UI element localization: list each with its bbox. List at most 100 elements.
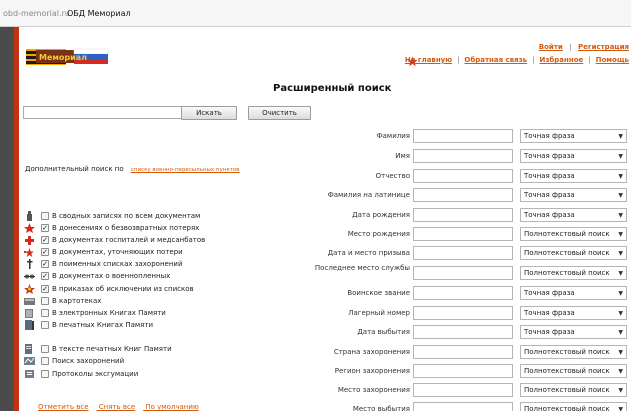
page-title: Расширенный поиск	[273, 83, 392, 94]
checkbox-label: В печатных Книгах Памяти	[52, 321, 153, 329]
checkbox[interactable]: ✓	[41, 236, 49, 244]
match-mode-select[interactable]: Точная фраза ▼	[520, 149, 627, 163]
match-mode-select[interactable]: Точная фраза ▼	[520, 188, 627, 202]
match-mode-select[interactable]: Точная фраза ▼	[520, 208, 627, 222]
match-mode-select[interactable]: Полнотекстовый поиск ▼	[520, 246, 627, 260]
field-input[interactable]	[413, 208, 513, 222]
match-mode-value: Полнотекстовый поиск	[524, 405, 610, 411]
clear-button[interactable]: Очистить	[248, 106, 311, 120]
match-mode-value: Точная фраза	[524, 328, 575, 336]
checkbox[interactable]: ✓	[41, 224, 49, 232]
field-input[interactable]	[413, 402, 513, 411]
selection-links: Отметить все Снять все По умолчанию	[38, 403, 207, 411]
field-input[interactable]	[413, 169, 513, 183]
checkbox-row[interactable]: В картотеках	[19, 295, 319, 307]
barbed-wire-icon	[24, 274, 35, 279]
match-mode-select[interactable]: Полнотекстовый поиск ▼	[520, 402, 627, 411]
select-all-link[interactable]: Отметить все	[38, 403, 89, 411]
field-input[interactable]	[413, 246, 513, 260]
checkbox[interactable]: ✓	[41, 260, 49, 268]
checkbox[interactable]	[41, 212, 49, 220]
checkbox-row[interactable]: В печатных Книгах Памяти	[19, 319, 319, 331]
search-field-row: Последнее место службы Полнотекстовый пои…	[299, 264, 631, 281]
match-mode-select[interactable]: Полнотекстовый поиск ▼	[520, 266, 627, 280]
checkbox-row[interactable]: ✓ В документах о военнопленных	[19, 270, 319, 282]
checkbox[interactable]	[41, 370, 49, 378]
match-mode-select[interactable]: Полнотекстовый поиск ▼	[520, 345, 627, 359]
nav-separator: |	[532, 56, 535, 64]
nav-separator: |	[588, 56, 591, 64]
match-mode-select[interactable]: Точная фраза ▼	[520, 169, 627, 183]
field-input[interactable]	[413, 266, 513, 280]
default-link[interactable]: По умолчанию	[145, 403, 198, 411]
memorial-logo[interactable]: Мемориал	[20, 45, 110, 68]
match-mode-select[interactable]: Полнотекстовый поиск ▼	[520, 364, 627, 378]
search-field-row: Отчество Точная фраза ▼	[299, 168, 631, 184]
checkbox[interactable]: ✓	[41, 248, 49, 256]
checkbox-row[interactable]: ✓ В документах, уточняющих потери	[19, 246, 319, 258]
match-mode-select[interactable]: Точная фраза ▼	[520, 306, 627, 320]
nav-home-link[interactable]: На главную	[405, 56, 452, 64]
checkbox[interactable]	[41, 309, 49, 317]
checkbox-row[interactable]: Поиск захоронений	[19, 355, 319, 367]
field-input[interactable]	[413, 383, 513, 397]
chevron-down-icon: ▼	[618, 387, 623, 394]
chevron-down-icon: ▼	[618, 310, 623, 317]
match-mode-select[interactable]: Полнотекстовый поиск ▼	[520, 227, 627, 241]
printed-book-icon	[25, 320, 34, 330]
nav-favorites-link[interactable]: Избранное	[539, 56, 583, 64]
nav-feedback-link[interactable]: Обратная связь	[464, 56, 527, 64]
search-input[interactable]	[23, 106, 194, 119]
field-input[interactable]	[413, 227, 513, 241]
checkbox-row[interactable]: ✓ В приказах об исключении из списков	[19, 283, 319, 295]
match-mode-value: Точная фраза	[524, 289, 575, 297]
field-input[interactable]	[413, 306, 513, 320]
match-mode-select[interactable]: Точная фраза ▼	[520, 325, 627, 339]
checkbox-row[interactable]: ✓ В документах госпиталей и медсанбатов	[19, 234, 319, 246]
login-link[interactable]: Войти	[539, 43, 563, 51]
nav-help-link[interactable]: Помощь	[596, 56, 629, 64]
checkbox-row[interactable]: В электронных Книгах Памяти	[19, 307, 319, 319]
match-mode-value: Точная фраза	[524, 309, 575, 317]
card-index-icon	[24, 298, 35, 305]
checkbox-row[interactable]: ✓ В донесениях о безвозвратных потерях	[19, 222, 319, 234]
checkbox[interactable]	[41, 321, 49, 329]
checkbox-row[interactable]: Протоколы эксгумации	[19, 368, 319, 380]
match-mode-select[interactable]: Точная фраза ▼	[520, 286, 627, 300]
field-input[interactable]	[413, 188, 513, 202]
field-input[interactable]	[413, 286, 513, 300]
top-nav: На главную | Обратная связь | Избранное | Помо…	[405, 56, 629, 64]
field-input[interactable]	[413, 345, 513, 359]
checkbox-label: В донесениях о безвозвратных потерях	[52, 224, 200, 232]
field-input[interactable]	[413, 364, 513, 378]
field-label: Регион захоронения	[334, 367, 410, 375]
nav-separator: |	[457, 56, 460, 64]
match-mode-select[interactable]: Полнотекстовый поиск ▼	[520, 383, 627, 397]
deselect-all-link[interactable]: Снять все	[99, 403, 135, 411]
match-mode-value: Полнотекстовый поиск	[524, 348, 610, 356]
checkbox-label: Протоколы эксгумации	[52, 370, 139, 378]
field-label: Место рождения	[347, 230, 410, 238]
transit-points-link[interactable]: списку военно-пересыльных пунктов	[131, 167, 240, 173]
register-link[interactable]: Регистрация	[578, 43, 629, 51]
chevron-down-icon: ▼	[618, 133, 623, 140]
checkbox-row[interactable]: В тексте печатных Книг Памяти	[19, 343, 319, 355]
match-mode-value: Точная фраза	[524, 132, 575, 140]
text-book-icon	[25, 344, 32, 354]
match-mode-select[interactable]: Точная фраза ▼	[520, 129, 627, 143]
search-button[interactable]: Искать	[181, 106, 237, 120]
checkbox[interactable]	[41, 357, 49, 365]
checkbox[interactable]: ✓	[41, 285, 49, 293]
checkbox[interactable]: ✓	[41, 272, 49, 280]
match-mode-value: Полнотекстовый поиск	[524, 386, 610, 394]
checkbox-row[interactable]: ✓ В поименных списках захоронений	[19, 258, 319, 270]
field-input[interactable]	[413, 325, 513, 339]
checkbox-row[interactable]: В сводных записях по всем документам	[19, 210, 319, 222]
checkbox[interactable]	[41, 297, 49, 305]
search-field-row: Имя Точная фраза ▼	[299, 148, 631, 164]
field-input[interactable]	[413, 129, 513, 143]
field-label: Место захоронения	[337, 386, 410, 394]
field-input[interactable]	[413, 149, 513, 163]
field-label: Имя	[395, 152, 410, 160]
checkbox[interactable]	[41, 345, 49, 353]
